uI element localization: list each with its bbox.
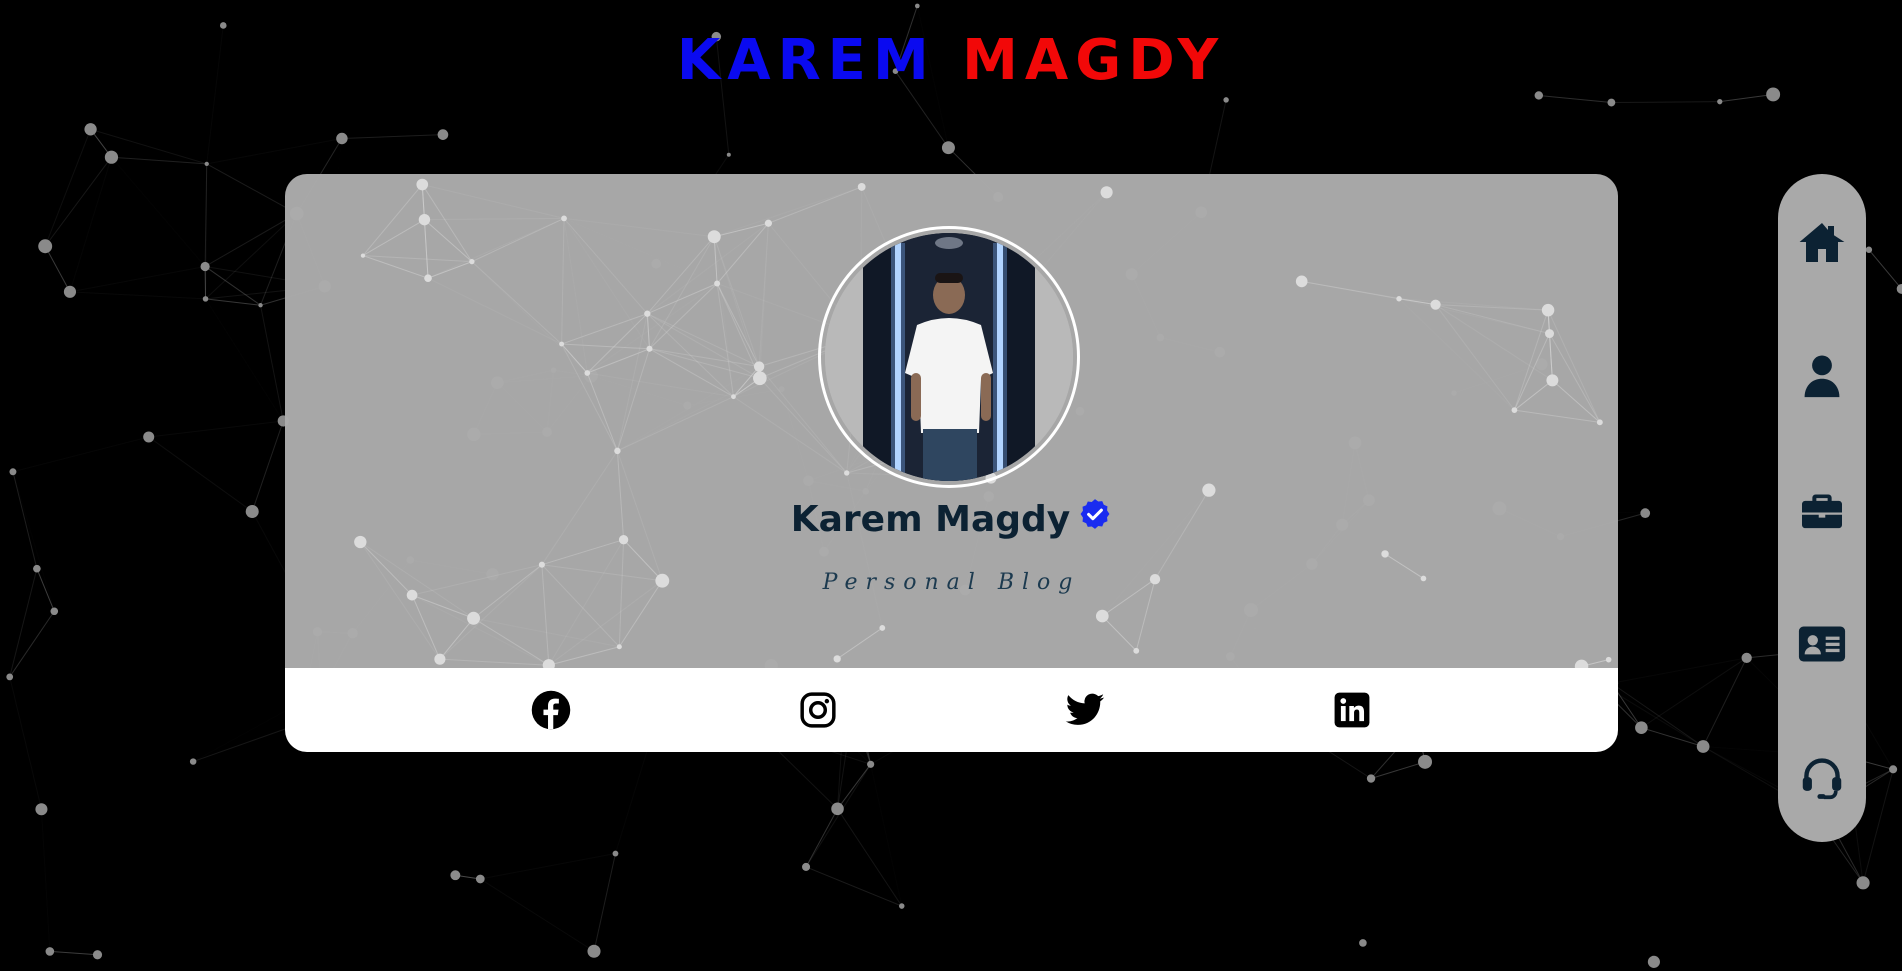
user-icon — [1804, 355, 1840, 398]
profile-name-row: Karem Magdy — [285, 496, 1618, 544]
twitter-icon — [1065, 693, 1105, 725]
headset-icon — [1802, 758, 1842, 800]
nav-item-portfolio[interactable] — [1778, 480, 1866, 540]
profile-name: Karem Magdy — [790, 499, 1071, 540]
side-navigation — [1778, 174, 1866, 842]
site-title-first-name: KAREM — [676, 28, 936, 93]
nav-item-resume[interactable] — [1778, 614, 1866, 674]
nav-item-about[interactable] — [1778, 346, 1866, 406]
site-title: KAREM MAGDY — [0, 28, 1902, 94]
site-title-last-name: MAGDY — [962, 28, 1226, 93]
profile-card-header: Karem Magdy Personal Blog — [285, 174, 1618, 668]
avatar-ring — [818, 226, 1080, 488]
home-icon — [1799, 223, 1845, 262]
instagram-link[interactable] — [796, 688, 840, 732]
avatar-photo — [825, 233, 1073, 481]
avatar — [825, 233, 1073, 481]
instagram-icon — [800, 692, 836, 728]
nav-item-home[interactable] — [1778, 212, 1866, 272]
profile-card: Karem Magdy Personal Blog — [285, 174, 1618, 752]
twitter-link[interactable] — [1063, 688, 1107, 732]
linkedin-link[interactable] — [1330, 688, 1374, 732]
facebook-icon — [531, 690, 571, 730]
facebook-link[interactable] — [529, 688, 573, 732]
briefcase-icon — [1802, 494, 1842, 529]
nav-item-contact[interactable] — [1778, 748, 1866, 808]
verified-badge-icon — [1078, 496, 1112, 544]
linkedin-icon — [1334, 692, 1370, 728]
social-links-bar — [285, 668, 1618, 752]
id-card-icon — [1798, 626, 1846, 662]
profile-subtitle: Personal Blog — [822, 570, 1081, 595]
